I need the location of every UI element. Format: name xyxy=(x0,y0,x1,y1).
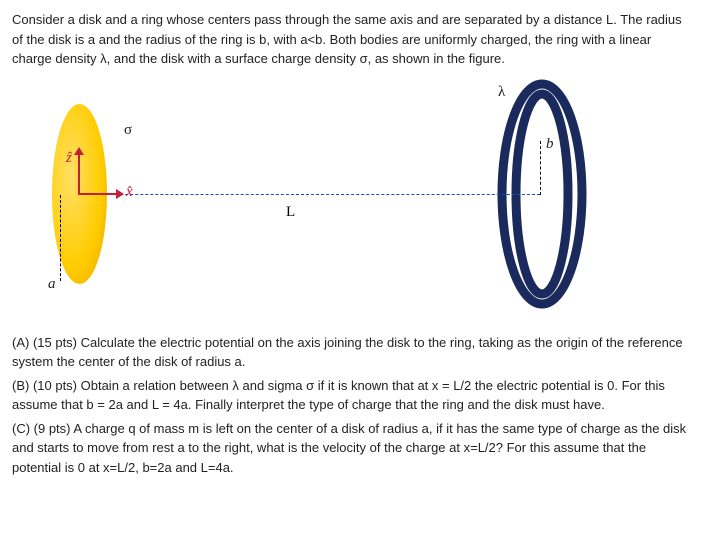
lambda-label: λ xyxy=(498,81,505,104)
L-label: L xyxy=(286,201,295,224)
a-label: a xyxy=(48,273,56,296)
x-axis-arrow xyxy=(116,189,124,199)
radius-b-line xyxy=(540,141,541,195)
question-a: (A) (15 pts) Calculate the electric pote… xyxy=(12,333,694,372)
physics-figure: σ λ ẑ x̂ L a b xyxy=(12,79,692,319)
z-hat-label: ẑ xyxy=(66,147,72,170)
sigma-label: σ xyxy=(124,119,132,142)
radius-a-line xyxy=(60,195,61,281)
z-axis-arrow xyxy=(74,147,84,155)
b-label: b xyxy=(546,133,554,156)
z-axis xyxy=(78,151,80,195)
question-list: (A) (15 pts) Calculate the electric pote… xyxy=(12,333,694,478)
x-axis xyxy=(78,193,118,195)
intro-text: Consider a disk and a ring whose centers… xyxy=(12,12,682,66)
x-hat-label: x̂ xyxy=(126,181,133,204)
separation-axis xyxy=(80,194,540,195)
question-b: (B) (10 pts) Obtain a relation between λ… xyxy=(12,376,694,415)
question-c: (C) (9 pts) A charge q of mass m is left… xyxy=(12,419,694,478)
problem-statement: Consider a disk and a ring whose centers… xyxy=(12,10,694,69)
